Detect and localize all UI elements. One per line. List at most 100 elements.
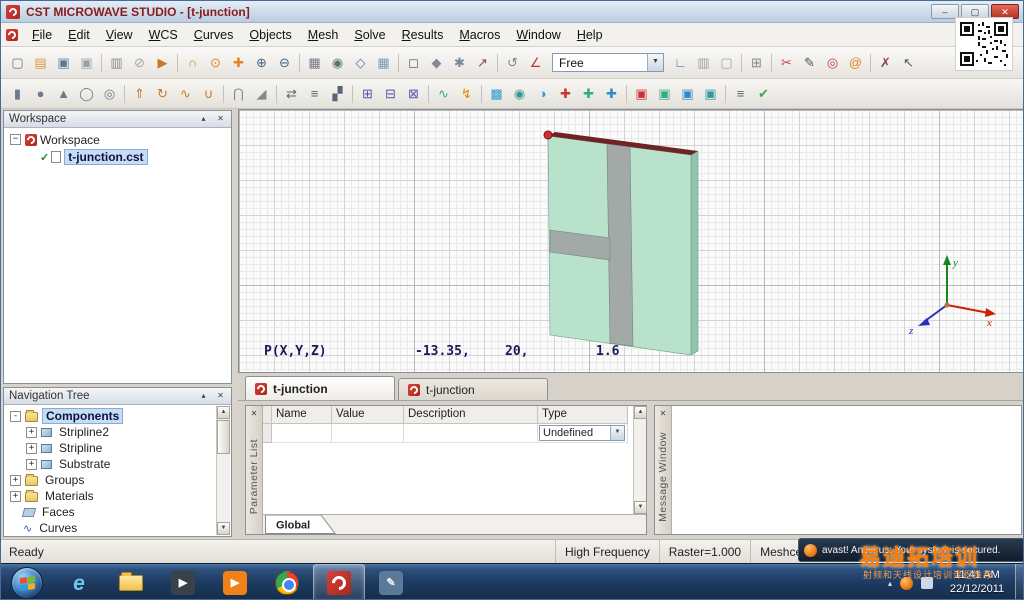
pick-arrow-button[interactable]: ↗ bbox=[472, 52, 493, 73]
field-monitor-button[interactable]: ◉ bbox=[509, 83, 530, 104]
navtree-item-stripline2[interactable]: +Stripline2 bbox=[4, 424, 231, 440]
cylinder-primitive-button[interactable]: ◯ bbox=[76, 83, 97, 104]
show-desktop-button[interactable] bbox=[1015, 564, 1024, 600]
close-panel-icon[interactable] bbox=[214, 113, 227, 125]
run-macro-button[interactable]: ▶ bbox=[152, 52, 173, 73]
rotate-view-button[interactable]: ◆ bbox=[426, 52, 447, 73]
menu-item-solve[interactable]: Solve bbox=[346, 25, 393, 45]
menu-item-help[interactable]: Help bbox=[569, 25, 611, 45]
menu-item-edit[interactable]: Edit bbox=[60, 25, 98, 45]
grid-toggle-button[interactable]: ▦ bbox=[373, 52, 394, 73]
scrollbar-thumb[interactable] bbox=[217, 420, 230, 454]
start-button[interactable] bbox=[11, 567, 43, 599]
annotate-button[interactable]: @ bbox=[845, 52, 866, 73]
tree-expand-icon[interactable]: + bbox=[10, 491, 21, 502]
menu-item-results[interactable]: Results bbox=[394, 25, 452, 45]
discrete-port-button[interactable]: ↯ bbox=[456, 83, 477, 104]
curve-tool-button[interactable]: ∿ bbox=[433, 83, 454, 104]
project-file-item[interactable]: t-junction.cst bbox=[4, 148, 231, 165]
result-template-button[interactable]: ▣ bbox=[700, 83, 721, 104]
scroll-down-icon[interactable] bbox=[634, 501, 647, 514]
snap-diamond-button[interactable]: ◇ bbox=[350, 52, 371, 73]
loft-tool-button[interactable]: ∿ bbox=[175, 83, 196, 104]
boolean-add-button[interactable]: ⊞ bbox=[357, 83, 378, 104]
menu-item-file[interactable]: File bbox=[24, 25, 60, 45]
settings-gear-button[interactable]: ✱ bbox=[449, 52, 470, 73]
brick-primitive-button[interactable]: ▮ bbox=[7, 83, 28, 104]
cube-view-button[interactable]: ◻ bbox=[403, 52, 424, 73]
measure-ruler-button[interactable]: ∟ bbox=[670, 52, 691, 73]
dropdown-arrow-icon[interactable] bbox=[647, 54, 663, 71]
delete-button[interactable]: ⊘ bbox=[129, 52, 150, 73]
pick-x-button[interactable]: ✗ bbox=[875, 52, 896, 73]
close-panel-icon[interactable] bbox=[658, 408, 669, 419]
chamfer-tool-button[interactable]: ◢ bbox=[251, 83, 272, 104]
tree-expand-icon[interactable]: + bbox=[10, 475, 21, 486]
scroll-down-icon[interactable] bbox=[217, 522, 230, 535]
port-blue-button[interactable]: ✚ bbox=[601, 83, 622, 104]
menu-item-window[interactable]: Window bbox=[508, 25, 568, 45]
solver-red-button[interactable]: ▣ bbox=[631, 83, 652, 104]
parameter-table-row[interactable]: Undefined bbox=[263, 424, 646, 443]
autohide-pin-icon[interactable] bbox=[197, 390, 210, 402]
navtree-item-substrate[interactable]: +Substrate bbox=[4, 456, 231, 472]
move-tool-button[interactable]: ✚ bbox=[228, 52, 249, 73]
torus-primitive-button[interactable]: ◎ bbox=[99, 83, 120, 104]
calculator-button[interactable]: ⊞ bbox=[746, 52, 767, 73]
boolean-intersect-button[interactable]: ⊠ bbox=[403, 83, 424, 104]
global-tab[interactable]: Global bbox=[265, 515, 343, 535]
autohide-pin-icon[interactable] bbox=[197, 113, 210, 125]
dropdown-arrow-icon[interactable] bbox=[610, 426, 624, 440]
menu-item-objects[interactable]: Objects bbox=[241, 25, 299, 45]
farfield-globe-button[interactable]: ◑ bbox=[532, 83, 553, 104]
list-view-button[interactable]: ≡ bbox=[730, 83, 751, 104]
menu-item-wcs[interactable]: WCS bbox=[141, 25, 186, 45]
pick-point-button[interactable]: ⊙ bbox=[205, 52, 226, 73]
parameter-type-dropdown[interactable]: Undefined bbox=[539, 425, 625, 441]
cone-primitive-button[interactable]: ▲ bbox=[53, 83, 74, 104]
open-file-button[interactable]: ▤ bbox=[30, 52, 51, 73]
tab-t-junction-model[interactable]: t-junction bbox=[245, 376, 395, 400]
taskbar-button-designer[interactable]: ✎ bbox=[365, 564, 417, 600]
tree-collapse-icon[interactable]: - bbox=[10, 411, 21, 422]
menu-item-curves[interactable]: Curves bbox=[186, 25, 242, 45]
close-panel-icon[interactable] bbox=[214, 390, 227, 402]
scroll-up-icon[interactable] bbox=[634, 406, 647, 419]
parameter-scrollbar[interactable] bbox=[633, 406, 646, 514]
wcs-angle-button[interactable]: ∠ bbox=[525, 52, 546, 73]
mesh-cells-button[interactable]: ▩ bbox=[486, 83, 507, 104]
boundary-box-button[interactable]: ▢ bbox=[716, 52, 737, 73]
menu-item-view[interactable]: View bbox=[98, 25, 141, 45]
fit-view-button[interactable]: ▦ bbox=[304, 52, 325, 73]
navtree-item-curves[interactable]: ∿Curves bbox=[4, 520, 231, 536]
menu-item-macros[interactable]: Macros bbox=[451, 25, 508, 45]
navtree-item-materials[interactable]: +Materials bbox=[4, 488, 231, 504]
save-all-button[interactable]: ▣ bbox=[76, 52, 97, 73]
navtree-item-stripline[interactable]: +Stripline bbox=[4, 440, 231, 456]
tab-t-junction-schematic[interactable]: t-junction bbox=[398, 378, 548, 400]
solver-blue-button[interactable]: ▣ bbox=[677, 83, 698, 104]
collapse-icon[interactable] bbox=[10, 134, 21, 145]
green-check-button[interactable]: ✔ bbox=[753, 83, 774, 104]
taskbar-button-chrome[interactable] bbox=[261, 564, 313, 600]
viewport-3d[interactable]: y x z P(X,Y,Z) -13.35, 20, 1.6 bbox=[238, 109, 1024, 373]
save-button[interactable]: ▣ bbox=[53, 52, 74, 73]
zoom-in-button[interactable]: ⊕ bbox=[251, 52, 272, 73]
blend-edges-button[interactable]: ⋂ bbox=[228, 83, 249, 104]
navtree-item-faces[interactable]: Faces bbox=[4, 504, 231, 520]
mirror-tool-button[interactable]: ▞ bbox=[327, 83, 348, 104]
tree-expand-icon[interactable]: + bbox=[26, 443, 37, 454]
taskbar-button-explorer[interactable] bbox=[105, 564, 157, 600]
close-panel-icon[interactable] bbox=[249, 408, 260, 419]
taskbar-button-media-player[interactable]: ▶ bbox=[157, 564, 209, 600]
align-tool-button[interactable]: ≡ bbox=[304, 83, 325, 104]
extrude-tool-button[interactable]: ⇑ bbox=[129, 83, 150, 104]
navtree-item-groups[interactable]: +Groups bbox=[4, 472, 231, 488]
undo-history-button[interactable]: ↺ bbox=[502, 52, 523, 73]
cut-tool-button[interactable]: ✂ bbox=[776, 52, 797, 73]
normal-arrow-button[interactable]: ↖ bbox=[898, 52, 919, 73]
taskbar-button-cst[interactable] bbox=[313, 564, 365, 600]
edit-pencil-button[interactable]: ✎ bbox=[799, 52, 820, 73]
solver-green-button[interactable]: ▣ bbox=[654, 83, 675, 104]
rotate-profile-button[interactable]: ↻ bbox=[152, 83, 173, 104]
